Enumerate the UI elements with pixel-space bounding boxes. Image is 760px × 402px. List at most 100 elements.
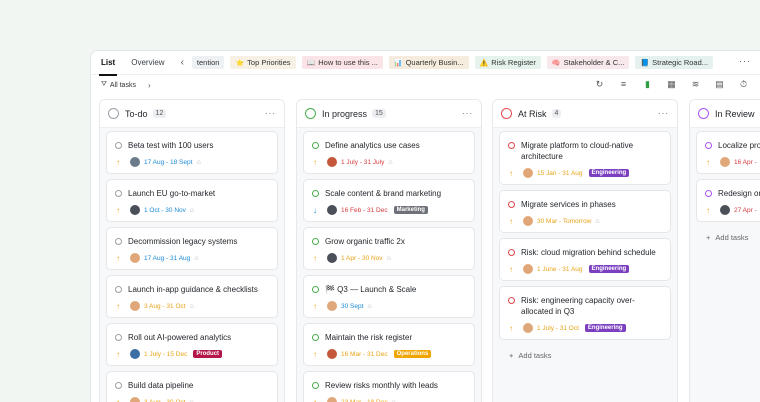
task-card[interactable]: Define analytics use cases ↑ 1 July - 31 J… [303,131,475,174]
tag-icon[interactable]: ⌂ [387,255,391,262]
chevron-right-icon[interactable]: › [148,81,151,90]
assignee-avatar[interactable] [130,301,140,311]
task-date[interactable]: 3 Aug - 31 Oct [144,303,186,310]
assignee-avatar[interactable] [327,301,337,311]
task-date[interactable]: 1 June - 31 Aug [537,266,583,273]
task-status-icon[interactable] [705,190,712,197]
priority-arrow-icon[interactable]: ↑ [116,302,126,311]
assignee-avatar[interactable] [327,205,337,215]
more-tabs-icon[interactable]: ··· [739,56,751,66]
tag-icon[interactable]: ⌂ [392,399,396,402]
task-status-icon[interactable] [115,382,122,389]
priority-arrow-icon[interactable]: ↑ [116,158,126,167]
task-date[interactable]: 30 Sept [341,303,363,310]
tab-overview[interactable]: Overview [131,51,164,75]
assignee-avatar[interactable] [720,157,730,167]
priority-arrow-icon[interactable]: ↑ [313,254,323,263]
task-card[interactable]: Risk: cloud migration behind schedule ↑ 1 … [499,238,671,281]
priority-arrow-icon[interactable]: ↑ [509,217,519,226]
task-card[interactable]: Migrate platform to cloud-native archite… [499,131,671,185]
assignee-avatar[interactable] [130,397,140,402]
task-date[interactable]: 30 Mar - Tomorrow [537,218,591,225]
assignee-avatar[interactable] [720,205,730,215]
priority-arrow-icon[interactable]: ↑ [706,206,716,215]
task-status-icon[interactable] [115,142,122,149]
priority-arrow-icon[interactable]: ↑ [313,302,323,311]
task-card[interactable]: Review risks monthly with leads ↑ 23 Mar -… [303,371,475,402]
filter-button[interactable]: ⛛ All tasks [101,81,136,89]
calendar-view-icon[interactable]: ▤ [714,79,725,90]
task-date[interactable]: 27 Apr - [734,207,757,214]
assignee-avatar[interactable] [523,323,533,333]
task-date[interactable]: 1 July - 15 Dec [144,351,187,358]
task-tag-badge[interactable]: Operations [393,350,432,358]
task-status-icon[interactable] [312,238,319,245]
assignee-avatar[interactable] [327,349,337,359]
priority-arrow-icon[interactable]: ↑ [116,398,126,402]
task-date[interactable]: 1 July - 31 July [341,159,384,166]
priority-arrow-icon[interactable]: ↑ [509,265,519,274]
pinned-page-tab[interactable]: 📖 How to use this ... [301,56,383,69]
task-status-icon[interactable] [312,142,319,149]
task-tag-badge[interactable]: Engineering [588,169,630,177]
pinned-page-tab[interactable]: 🧠 Stakeholder & C... [546,56,630,69]
assignee-avatar[interactable] [523,264,533,274]
timeline-view-icon[interactable]: ≋ [690,79,701,90]
more-options-icon[interactable]: ··· [462,109,473,118]
assignee-avatar[interactable] [327,397,337,402]
task-date[interactable]: 15 Jan - 31 Aug [537,170,583,177]
priority-arrow-icon[interactable]: ↑ [313,398,323,402]
pinned-page-tab[interactable]: 📊 Quarterly Busin... [388,56,469,69]
tag-icon[interactable]: ⌂ [595,218,599,225]
assignee-avatar[interactable] [327,157,337,167]
tag-icon[interactable]: ⌂ [194,255,198,262]
add-tasks-button[interactable]: + Add tasks [499,345,671,366]
tag-icon[interactable]: ⌂ [388,159,392,166]
table-view-icon[interactable]: ▦ [666,79,677,90]
task-tag-badge[interactable]: Marketing [393,206,428,214]
priority-arrow-icon[interactable]: ↓ [313,206,323,215]
assignee-avatar[interactable] [523,216,533,226]
task-card[interactable]: Localize produ↑16 Apr -⌂ [696,131,760,174]
priority-arrow-icon[interactable]: ↑ [509,169,519,178]
priority-arrow-icon[interactable]: ↑ [116,254,126,263]
task-status-icon[interactable] [115,238,122,245]
priority-arrow-icon[interactable]: ↑ [313,158,323,167]
task-card[interactable]: Redesign onbo↑27 Apr -⌂ [696,179,760,222]
task-card[interactable]: Decommission legacy systems ↑ 17 Aug - 31 … [106,227,278,270]
task-card[interactable]: Scale content & brand marketing ↓ 16 Feb -… [303,179,475,222]
task-card[interactable]: 🏁 Q3 — Launch & Scale ↑ 30 Sept ⌂ [303,275,475,318]
task-card[interactable]: Launch in-app guidance & checklists ↑ 3 Au… [106,275,278,318]
task-status-icon[interactable] [705,142,712,149]
assignee-avatar[interactable] [523,168,533,178]
task-date[interactable]: 17 Aug - 18 Sept [144,159,192,166]
task-status-icon[interactable] [312,286,319,293]
priority-arrow-icon[interactable]: ↑ [116,350,126,359]
task-card[interactable]: Risk: engineering capacity over-allocate… [499,286,671,340]
tag-icon[interactable]: ⌂ [367,303,371,310]
task-card[interactable]: Roll out AI-powered analytics ↑ 1 July - 1… [106,323,278,366]
tab-list[interactable]: List [98,51,118,76]
add-tasks-button[interactable]: + Add tasks [696,227,760,248]
refresh-icon[interactable]: ↻ [594,79,605,90]
chevron-left-icon[interactable]: ‹ [181,57,184,68]
task-tag-badge[interactable]: Product [193,350,223,358]
task-date[interactable]: 23 Mar - 18 Dec [341,399,388,402]
task-tag-badge[interactable]: Engineering [588,265,630,273]
task-status-icon[interactable] [508,297,515,304]
clock-icon[interactable]: ⏱ [738,79,749,90]
task-card[interactable]: Grow organic traffic 2x ↑ 1 Apr - 30 Nov ⌂ [303,227,475,270]
task-status-icon[interactable] [312,382,319,389]
priority-arrow-icon[interactable]: ↑ [509,324,519,333]
task-status-icon[interactable] [508,142,515,149]
task-status-icon[interactable] [508,201,515,208]
task-date[interactable]: 16 Apr - [734,159,757,166]
task-card[interactable]: Migrate services in phases ↑ 30 Mar - Tomo… [499,190,671,233]
task-status-icon[interactable] [115,190,122,197]
task-status-icon[interactable] [115,286,122,293]
task-status-icon[interactable] [115,334,122,341]
task-date[interactable]: 3 Aug - 30 Oct [144,399,186,402]
priority-arrow-icon[interactable]: ↑ [706,158,716,167]
tag-icon[interactable]: ⌂ [190,399,194,402]
task-date[interactable]: 1 Oct - 30 Nov [144,207,186,214]
